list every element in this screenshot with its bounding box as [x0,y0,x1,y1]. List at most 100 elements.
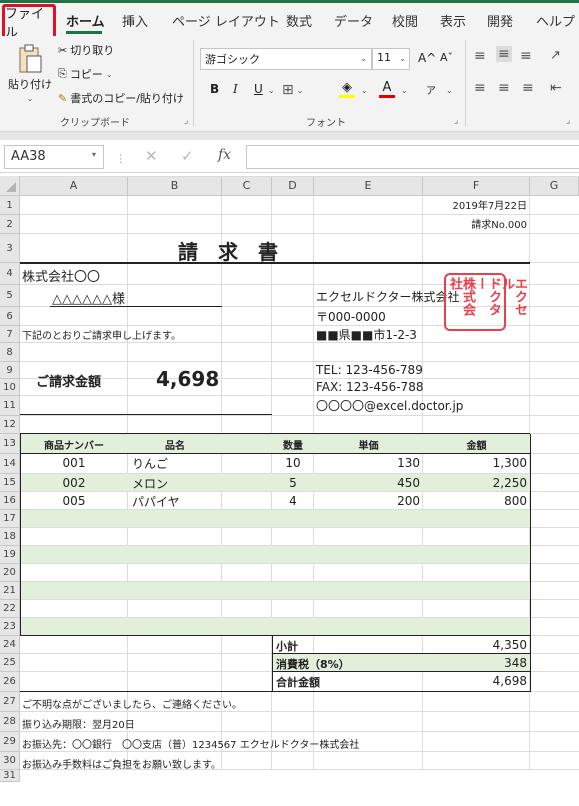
row-header-10[interactable]: 10 [0,379,20,396]
item-no[interactable]: 005 [20,494,128,508]
item-name[interactable]: りんご [132,455,168,472]
column-header-a[interactable]: A [20,176,128,196]
align-middle-icon[interactable]: ≡ [496,46,512,62]
total-label[interactable]: 合計金額 [276,674,320,690]
tax-value[interactable]: 348 [504,656,527,670]
shrink-font-button[interactable]: Aˇ [440,51,453,64]
select-all-corner[interactable] [0,176,20,196]
note-deadline[interactable]: 振り込み期限：翌月20日 [22,716,135,731]
underline-button[interactable]: U [254,82,263,96]
header-item[interactable]: 品名 [128,437,222,452]
row-header-27[interactable]: 27 [0,692,20,712]
amount-label[interactable]: ご請求金額 [36,371,101,390]
row-header-6[interactable]: 6 [0,307,20,326]
align-bottom-icon[interactable]: ≡ [520,48,532,64]
row-header-8[interactable]: 8 [0,343,20,362]
row-header-5[interactable]: 5 [0,285,20,307]
fill-color-button[interactable]: ◈ [339,80,355,98]
issuer-address[interactable]: ■■県■■市1-2-3 [316,326,417,343]
name-box[interactable]: AA38 [4,145,104,169]
row-header-2[interactable]: 2 [0,215,20,234]
paste-button[interactable]: 貼り付け ⌄ [8,44,52,103]
row-header-11[interactable]: 11 [0,396,20,416]
item-price[interactable]: 450 [397,476,420,490]
cancel-icon[interactable]: ✕ [145,147,158,165]
note-contact[interactable]: ご不明な点がございましたら、ご連絡ください。 [22,696,242,711]
item-amount[interactable]: 1,300 [493,456,527,470]
row-header-12[interactable]: 12 [0,416,20,434]
tab-help[interactable]: ヘルプ [536,11,575,30]
align-center-icon[interactable]: ≡ [498,80,510,96]
borders-button[interactable]: ⊞ ⌄ [282,82,303,98]
row-header-14[interactable]: 14 [0,454,20,474]
column-header-f[interactable]: F [423,176,530,196]
issuer-company[interactable]: エクセルドクター株式会社 [316,288,460,305]
column-header-b[interactable]: B [128,176,222,196]
row-header-25[interactable]: 25 [0,654,20,672]
item-price[interactable]: 200 [397,494,420,508]
chevron-down-icon[interactable]: ⌄ [446,86,453,95]
issuer-tel[interactable]: TEL: 123-456-789 [316,363,423,377]
dialog-launcher-icon[interactable]: ⌟ [566,116,570,126]
row-header-31[interactable]: 31 [0,770,20,782]
chevron-down-icon[interactable]: ⌄ [268,86,275,95]
tax-label[interactable]: 消費税（8%） [276,656,350,672]
copy-button[interactable]: ⎘ コピー ⌄ [58,66,113,82]
item-qty[interactable]: 4 [272,494,314,508]
note-bank[interactable]: お振込先：〇〇銀行 〇〇支店（普）1234567 エクセルドクター株式会社 [22,736,359,751]
column-header-d[interactable]: D [272,176,314,196]
row-header-24[interactable]: 24 [0,636,20,654]
item-name[interactable]: パパイヤ [132,493,180,510]
column-header-c[interactable]: C [222,176,272,196]
amount-value[interactable]: 4,698 [156,367,219,391]
row-header-20[interactable]: 20 [0,564,20,582]
tab-data[interactable]: データ [334,11,373,30]
subtotal-value[interactable]: 4,350 [493,638,527,652]
tab-file[interactable]: ファイル [2,4,56,41]
tab-view[interactable]: 表示 [440,11,466,30]
align-left-icon[interactable]: ≡ [474,80,486,96]
item-qty[interactable]: 10 [272,456,314,470]
invoice-number[interactable]: 請求No.000 [471,216,527,231]
subtotal-label[interactable]: 小計 [276,638,298,654]
issuer-fax[interactable]: FAX: 123-456-788 [316,380,423,394]
formula-input[interactable] [246,145,579,169]
format-painter-button[interactable]: ✎ 書式のコピー/貼り付け [58,90,184,106]
tab-page-layout[interactable]: ページ レイアウト [172,11,280,30]
row-header-19[interactable]: 19 [0,546,20,564]
row-header-3[interactable]: 3 [0,234,20,263]
header-qty[interactable]: 数量 [272,437,314,452]
tab-developer[interactable]: 開発 [487,11,513,30]
row-header-7[interactable]: 7 [0,326,20,343]
invoice-date[interactable]: 2019年7月22日 [452,197,527,212]
bold-button[interactable]: B [210,82,219,96]
dialog-launcher-icon[interactable]: ⌟ [454,116,458,126]
row-header-30[interactable]: 30 [0,752,20,770]
item-no[interactable]: 001 [20,456,128,470]
chevron-down-icon[interactable]: ⌄ [361,86,368,95]
header-unit-price[interactable]: 単価 [314,437,423,452]
header-product-no[interactable]: 商品ナンバー [20,437,128,452]
row-header-21[interactable]: 21 [0,582,20,600]
font-name-select[interactable]: 游ゴシック ⌄ [200,48,372,70]
column-header-g[interactable]: G [530,176,579,196]
tab-formulas[interactable]: 数式 [286,11,312,30]
row-header-23[interactable]: 23 [0,618,20,636]
issuer-email[interactable]: 〇〇〇〇@excel.doctor.jp [316,397,463,414]
row-header-22[interactable]: 22 [0,600,20,618]
row-header-15[interactable]: 15 [0,474,20,492]
font-size-select[interactable]: 11 ⌄ [372,48,410,70]
font-color-button[interactable]: A [379,80,395,98]
worksheet-grid[interactable]: ABCDEFG 1 2 3 4 5 6 7 8 9 10 11 12 13 14 15 16 17 18 19 20 2… [0,176,579,806]
item-qty[interactable]: 5 [272,476,314,490]
italic-button[interactable]: I [233,82,238,96]
greeting-text[interactable]: 下記のとおりご請求申し上げます。 [22,327,181,342]
row-header-13[interactable]: 13 [0,434,20,454]
decrease-indent-icon[interactable]: ⇤ [550,80,562,96]
item-price[interactable]: 130 [397,456,420,470]
phonetic-guide-button[interactable]: ア [426,82,436,97]
issuer-postal[interactable]: 〒000-0000 [316,308,386,325]
item-no[interactable]: 002 [20,476,128,490]
row-header-28[interactable]: 28 [0,712,20,732]
row-header-17[interactable]: 17 [0,510,20,528]
